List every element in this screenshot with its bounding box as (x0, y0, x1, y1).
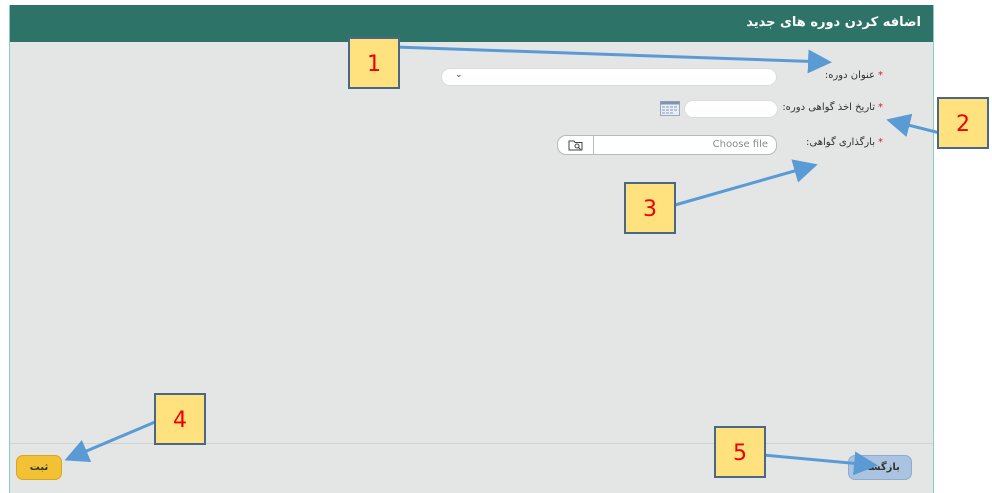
callout-1: 1 (348, 37, 400, 89)
browse-file-button[interactable] (558, 136, 594, 154)
callout-4: 4 (154, 393, 206, 445)
certificate-upload-label: *بارگذاری گواهی: (806, 137, 883, 148)
course-title-select[interactable]: ⌄ (441, 68, 777, 86)
certificate-date-input[interactable] (684, 100, 778, 118)
calendar-icon[interactable] (660, 101, 680, 116)
certificate-file-input[interactable]: Choose file (557, 135, 777, 155)
callout-3: 3 (624, 182, 676, 234)
required-mark: * (878, 70, 883, 81)
back-button[interactable]: بازگشت (848, 455, 912, 480)
dialog-title: اضافه کردن دوره های جدید (746, 15, 921, 30)
certificate-date-label: *تاریخ اخذ گواهی دوره: (782, 102, 883, 113)
course-title-label: *عنوان دوره: (824, 70, 883, 81)
folder-search-icon (568, 140, 582, 151)
required-mark: * (878, 137, 883, 148)
required-mark: * (878, 102, 883, 113)
add-course-dialog: اضافه کردن دوره های جدید *عنوان دوره: ⌄ … (9, 5, 934, 493)
submit-button[interactable]: ثبت (16, 455, 62, 480)
dialog-header: اضافه کردن دوره های جدید (10, 5, 933, 42)
footer-divider (10, 443, 933, 444)
callout-2: 2 (937, 97, 989, 149)
callout-5: 5 (714, 426, 766, 478)
chevron-down-icon: ⌄ (455, 70, 463, 80)
file-placeholder: Choose file (712, 139, 768, 150)
